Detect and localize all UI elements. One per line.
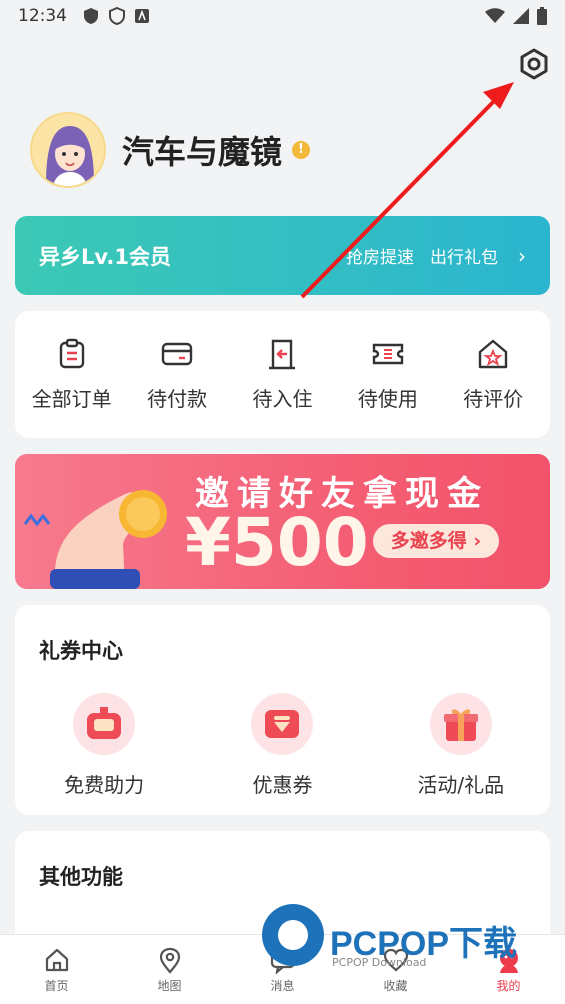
app-a-icon [135, 9, 149, 23]
coupon-items: 免费助力 优惠券 活动/礼品 [15, 693, 550, 798]
coupon-gifts-label: 活动/礼品 [417, 773, 505, 797]
banner-cta-button[interactable]: 多邀多得 › [373, 524, 499, 558]
coupon-free-help[interactable]: 免费助力 [29, 693, 179, 798]
card-icon [161, 342, 193, 366]
member-level: 异乡Lv.1会员 [39, 244, 171, 269]
benefit-speedup: 抢房提速 [346, 248, 414, 268]
banner-amount: ¥500 [185, 504, 369, 581]
order-review[interactable]: 待评价 [443, 337, 543, 412]
order-checkin-label: 待入住 [252, 387, 313, 411]
coupon-discount[interactable]: 优惠券 [207, 693, 357, 798]
hand-coin-illustration [23, 490, 167, 589]
robot-icon [73, 693, 136, 755]
tab-home-label: 首页 [44, 978, 69, 993]
coupon-center-title: 礼券中心 [39, 639, 123, 663]
order-all[interactable]: 全部订单 [22, 337, 122, 412]
battery-icon [537, 7, 547, 25]
tab-home[interactable]: 首页 [0, 935, 113, 1004]
coupon-center-card: 礼券中心 免费助力 优惠券 活动/礼品 [15, 605, 550, 815]
benefit-travel-pack: 出行礼包 [430, 248, 498, 268]
clock: 12:34 [18, 6, 67, 26]
order-checkin[interactable]: 待入住 [232, 337, 332, 412]
coupon-free-help-label: 免费助力 [64, 773, 145, 797]
order-review-label: 待评价 [463, 387, 524, 411]
profile-header[interactable]: 汽车与魔镜 ! [30, 112, 311, 188]
system-icons [485, 7, 547, 25]
orders-card: 全部订单 待付款 待入住 待使用 待评价 [15, 311, 550, 438]
avatar-illustration [32, 114, 104, 186]
membership-card[interactable]: 异乡Lv.1会员 抢房提速 出行礼包 › [15, 216, 550, 295]
star-house-icon [479, 339, 508, 369]
order-unpaid-label: 待付款 [147, 387, 208, 411]
info-icon[interactable]: ! [292, 141, 311, 159]
map-pin-icon [159, 947, 180, 974]
shield-outline-icon [109, 7, 125, 25]
notification-icons [83, 7, 149, 25]
invite-banner[interactable]: 邀请好友拿现金 ¥500 多邀多得 › [15, 454, 550, 589]
status-bar: 12:34 [0, 0, 565, 32]
door-icon [269, 339, 296, 370]
coupon-discount-label: 优惠券 [252, 773, 313, 797]
gift-icon [429, 693, 492, 755]
shield-icon [84, 8, 98, 24]
signal-icon [513, 8, 529, 24]
home-icon [45, 948, 68, 971]
order-all-label: 全部订单 [31, 387, 112, 411]
order-to-use-label: 待使用 [357, 387, 418, 411]
avatar[interactable] [30, 112, 106, 188]
coupon-icon [251, 693, 314, 755]
wifi-icon [485, 8, 505, 23]
tab-map[interactable]: 地图 [113, 935, 226, 1004]
watermark-subtext: PCPOP Download [332, 956, 427, 969]
settings-gear-icon[interactable] [516, 46, 552, 82]
order-to-use[interactable]: 待使用 [338, 337, 438, 412]
watermark-logo [262, 904, 324, 966]
watermark: PCPOP下载 PCPOP Download [262, 904, 552, 984]
clipboard-icon [59, 338, 84, 369]
member-benefits[interactable]: 抢房提速 出行礼包 › [346, 243, 526, 269]
coupon-gifts[interactable]: 活动/礼品 [386, 693, 536, 798]
tab-map-label: 地图 [157, 978, 182, 993]
username: 汽车与魔镜 [122, 133, 283, 171]
chevron-right-icon: › [518, 243, 526, 268]
ticket-icon [372, 343, 404, 365]
other-features-title: 其他功能 [39, 865, 123, 889]
order-unpaid[interactable]: 待付款 [127, 337, 227, 412]
